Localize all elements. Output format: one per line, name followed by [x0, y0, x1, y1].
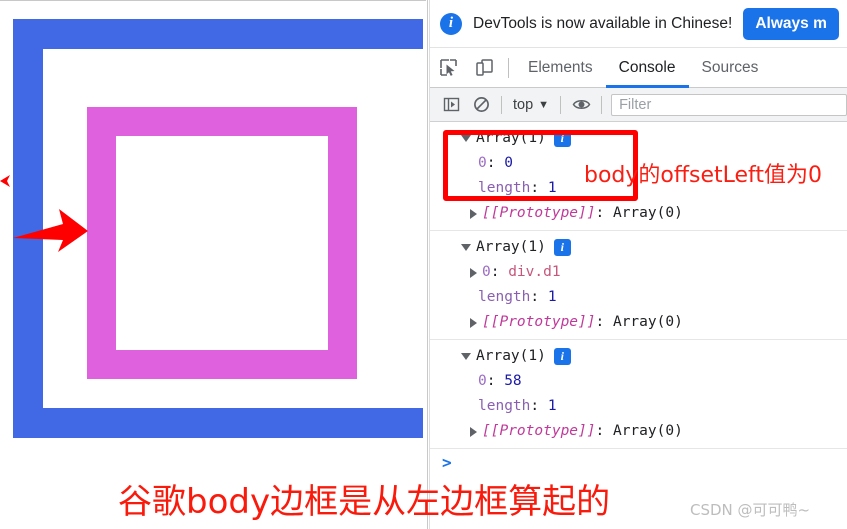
chevron-down-icon: ▼ [538, 98, 550, 111]
property-value: Array(0) [612, 205, 683, 221]
property-value: 1 [547, 398, 557, 414]
property-key: length [478, 398, 531, 414]
device-toolbar-icon[interactable] [466, 48, 502, 87]
property-value: div.d1 [508, 264, 561, 280]
live-expression-eye-icon[interactable] [566, 92, 596, 118]
property-key: 0 [478, 155, 487, 171]
property-separator: : [486, 373, 505, 389]
property-separator: : [595, 314, 613, 330]
info-badge-icon[interactable]: i [553, 239, 571, 256]
div-d1-magenta-box [87, 107, 357, 379]
console-property-row: length: 1 [430, 394, 847, 419]
red-arrow-small-left-icon [0, 175, 10, 187]
console-context-value: top [513, 96, 534, 113]
page-preview-pane [0, 0, 426, 462]
triangle-right-icon[interactable] [470, 267, 477, 278]
always-match-language-button[interactable]: Always m [743, 7, 839, 40]
console-property-row: 0: 58 [430, 369, 847, 394]
triangle-right-icon[interactable] [470, 317, 477, 328]
property-separator: : [530, 398, 548, 414]
console-property-row: [[Prototype]]: Array(0) [430, 419, 847, 444]
tab-elements[interactable]: Elements [515, 48, 606, 87]
console-log-group: Array(1) i 0: 58 length: 1 [[Prototype]]: Ar… [430, 340, 847, 449]
property-key: length [478, 180, 531, 196]
toolbar-separator-3 [601, 95, 603, 114]
property-value: 58 [504, 373, 522, 389]
console-group-header[interactable]: Array(1) i [430, 344, 847, 369]
toolbar-separator-2 [560, 95, 562, 114]
console-property-row: [[Prototype]]: Array(0) [430, 310, 847, 335]
console-group-header[interactable]: Array(1) i [430, 126, 847, 151]
console-sidebar-icon[interactable] [436, 92, 466, 118]
property-value: Array(0) [612, 314, 683, 330]
console-prompt-caret-icon: > [442, 452, 452, 472]
console-property-row: 0: div.d1 [430, 260, 847, 285]
console-prompt-row[interactable]: > [430, 449, 847, 475]
triangle-right-icon[interactable] [470, 208, 477, 219]
property-value: 1 [547, 180, 557, 196]
bottom-caption: 谷歌body边框是从左边框算起的 [118, 482, 611, 522]
screenshot-root: i DevTools is now available in Chinese! … [0, 0, 847, 529]
info-badge-icon[interactable]: i [553, 130, 571, 147]
div-d1-inner-white-area [116, 136, 328, 350]
tab-sources[interactable]: Sources [689, 48, 772, 87]
console-property-row: length: 1 [430, 285, 847, 310]
red-arrow-pointing-right-icon [13, 209, 88, 252]
property-key: [[Prototype]] [482, 423, 596, 439]
property-value: 1 [547, 289, 557, 305]
console-group-label: Array(1) [476, 239, 546, 255]
property-key: 0 [478, 373, 487, 389]
property-separator: : [530, 289, 548, 305]
property-separator: : [595, 423, 613, 439]
pane-divider[interactable] [427, 0, 428, 529]
property-key: [[Prototype]] [482, 314, 596, 330]
body-inner-white-area [43, 49, 423, 408]
devtools-language-banner: i DevTools is now available in Chinese! … [430, 0, 847, 48]
toolbar-separator-1 [501, 95, 502, 114]
property-value: 0 [504, 155, 513, 171]
console-filter-input[interactable]: Filter [611, 93, 847, 116]
info-badge-icon[interactable]: i [553, 348, 571, 365]
property-value: Array(0) [612, 423, 683, 439]
property-separator: : [530, 180, 548, 196]
clear-console-icon[interactable] [466, 92, 496, 118]
triangle-down-icon[interactable] [461, 135, 471, 142]
console-group-header[interactable]: Array(1) i [430, 235, 847, 260]
property-separator: : [490, 264, 509, 280]
console-log-group: Array(1) i 0: div.d1 length: 1 [[Prototype]]… [430, 231, 847, 340]
console-group-label: Array(1) [476, 348, 546, 364]
tabbar-separator [508, 57, 509, 78]
property-key: [[Prototype]] [482, 205, 596, 221]
red-annotation-note: body的offsetLeft值为0 [584, 163, 823, 188]
console-property-row: [[Prototype]]: Array(0) [430, 201, 847, 226]
property-key: length [478, 289, 531, 305]
property-separator: : [486, 155, 505, 171]
triangle-right-icon[interactable] [470, 426, 477, 437]
devtools-panel: i DevTools is now available in Chinese! … [430, 0, 847, 487]
triangle-down-icon[interactable] [461, 244, 471, 251]
property-separator: : [595, 205, 613, 221]
tab-console[interactable]: Console [605, 48, 689, 88]
csdn-watermark: CSDN @可可鸭~ [690, 501, 811, 519]
console-context-selector[interactable]: top ▼ [507, 97, 555, 113]
property-key: 0 [482, 264, 491, 280]
banner-message: DevTools is now available in Chinese! [473, 14, 733, 32]
info-icon: i [440, 12, 462, 35]
console-group-label: Array(1) [476, 130, 546, 146]
devtools-tabbar: Elements Console Sources [430, 48, 847, 88]
inspect-element-icon[interactable] [430, 48, 466, 87]
triangle-down-icon[interactable] [461, 353, 471, 360]
console-toolbar: top ▼ Filter [430, 88, 847, 122]
